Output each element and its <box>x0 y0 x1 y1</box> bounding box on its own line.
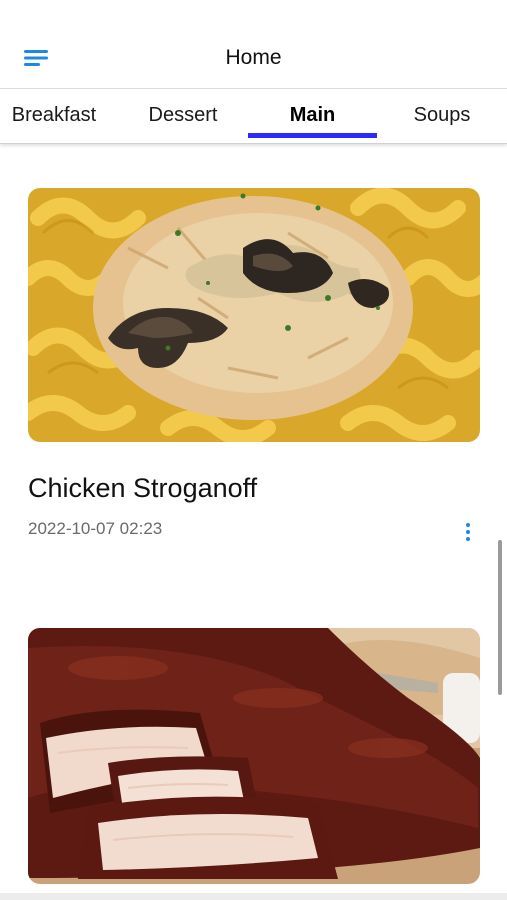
recipe-title[interactable]: Chicken Stroganoff <box>28 470 257 506</box>
more-vertical-icon[interactable] <box>456 520 480 544</box>
app-bar: Home <box>0 0 507 88</box>
scrollbar[interactable] <box>498 540 502 695</box>
category-tabs: Breakfast Dessert Main Soups <box>0 88 507 144</box>
recipe-image-chicken-stroganoff[interactable] <box>28 188 480 442</box>
tab-breakfast[interactable]: Breakfast <box>0 89 108 141</box>
page-title: Home <box>225 46 282 69</box>
recipe-image-bbq-ribs[interactable] <box>28 628 480 884</box>
tab-dessert[interactable]: Dessert <box>118 89 248 141</box>
bottom-edge <box>0 893 507 900</box>
active-tab-indicator <box>248 133 377 138</box>
recipe-date: 2022-10-07 02:23 <box>28 519 163 538</box>
tab-soups[interactable]: Soups <box>377 89 507 141</box>
